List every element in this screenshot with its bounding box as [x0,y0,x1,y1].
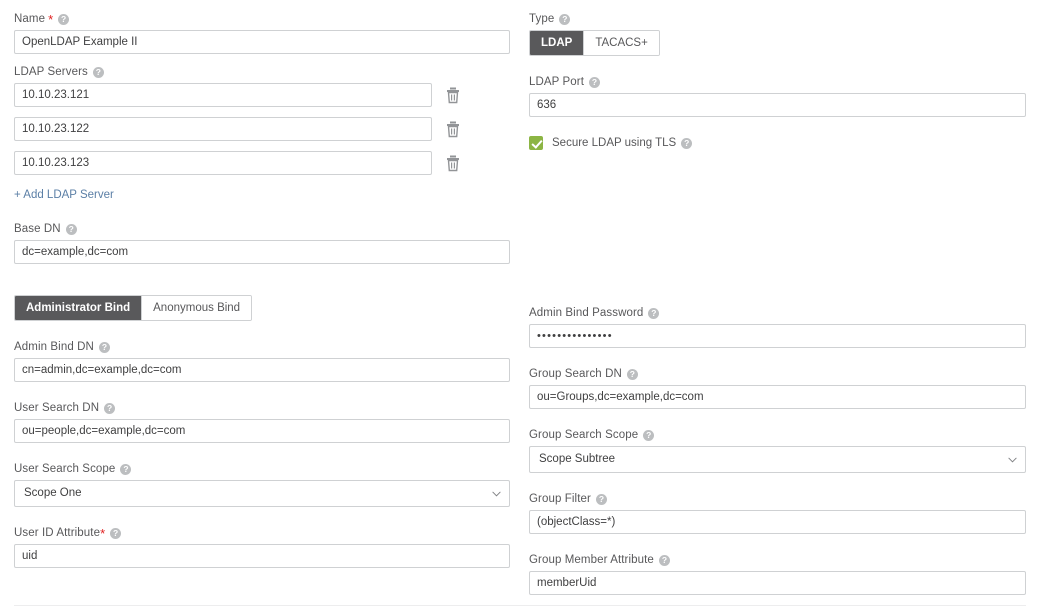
help-icon-admin-bind-dn[interactable]: ? [98,341,110,353]
ldap-server-row [14,151,510,175]
label-user-search-dn: User Search DN ? [14,401,510,415]
field-user-search-dn: User Search DN ? [14,401,510,443]
field-type: Type ? LDAP TACACS+ [529,12,1026,56]
label-admin-bind-dn: Admin Bind DN ? [14,340,510,354]
field-name: Name * ? [14,12,510,54]
secure-tls-checkbox[interactable] [529,136,543,150]
type-toggle-group: LDAP TACACS+ [529,30,660,56]
name-input[interactable] [14,30,510,54]
help-icon-secure-tls[interactable]: ? [681,137,693,149]
label-base-dn: Base DN ? [14,222,510,236]
required-asterisk: * [100,526,106,541]
label-user-search-scope: User Search Scope ? [14,462,510,476]
admin-bind-dn-input[interactable] [14,358,510,382]
label-ldap-servers-text: LDAP Servers [14,66,88,78]
group-filter-input[interactable] [529,510,1026,534]
label-secure-tls[interactable]: Secure LDAP using TLS ? [552,137,693,149]
label-user-id-attribute-text: User ID Attribute [14,527,101,539]
help-icon-base-dn[interactable]: ? [65,223,77,235]
label-ldap-servers: LDAP Servers ? [14,65,510,79]
label-secure-tls-text: Secure LDAP using TLS [552,137,677,149]
label-admin-bind-dn-text: Admin Bind DN [14,341,94,353]
label-user-search-scope-text: User Search Scope [14,463,116,475]
label-name: Name * ? [14,12,510,26]
group-search-dn-input[interactable] [529,385,1026,409]
label-group-member-attribute: Group Member Attribute ? [529,553,1026,567]
field-group-search-dn: Group Search DN ? [529,367,1026,409]
field-user-search-scope: User Search Scope ? Scope One [14,462,510,507]
field-user-id-attribute: User ID Attribute * ? [14,526,510,568]
label-admin-bind-password: Admin Bind Password ? [529,306,1026,320]
label-group-search-dn-text: Group Search DN [529,368,622,380]
type-option-ldap[interactable]: LDAP [530,31,584,55]
bind-tab-group: Administrator Bind Anonymous Bind [14,295,253,321]
help-icon-group-search-scope[interactable]: ? [643,429,655,441]
field-group-search-scope: Group Search Scope ? Scope Subtree [529,428,1026,473]
label-group-member-attribute-text: Group Member Attribute [529,554,654,566]
trash-icon[interactable] [443,153,463,173]
tab-administrator-bind[interactable]: Administrator Bind [15,296,142,320]
label-type: Type ? [529,12,1026,26]
help-icon-user-id-attribute[interactable]: ? [110,527,122,539]
tab-anonymous-bind[interactable]: Anonymous Bind [141,296,252,320]
help-icon-ldap-port[interactable]: ? [589,76,601,88]
help-icon-ldap-servers[interactable]: ? [92,66,104,78]
label-type-text: Type [529,13,555,25]
field-ldap-servers: LDAP Servers ? 10.10.23.121 10.10.23.122… [14,65,510,203]
help-icon-group-member-attribute[interactable]: ? [658,554,670,566]
label-ldap-port: LDAP Port ? [529,75,1026,89]
help-icon-group-search-dn[interactable]: ? [626,368,638,380]
user-search-scope-select[interactable]: Scope One [14,480,510,507]
label-group-search-scope-text: Group Search Scope [529,429,639,441]
admin-bind-password-input[interactable]: ••••••••••••••• [529,324,1026,348]
bottom-divider [14,605,1026,606]
help-icon-user-search-scope[interactable]: ? [120,463,132,475]
type-option-tacacs[interactable]: TACACS+ [583,31,659,55]
field-group-member-attribute: Group Member Attribute ? [529,553,1026,595]
field-admin-bind-dn: Admin Bind DN ? [14,340,510,382]
field-secure-tls: Secure LDAP using TLS ? [529,136,1026,150]
left-column: Name * ? LDAP Servers ? [14,12,510,579]
group-search-scope-select[interactable]: Scope Subtree [529,446,1026,473]
help-icon-type[interactable]: ? [559,13,571,25]
field-admin-bind-password: Admin Bind Password ? ••••••••••••••• [529,306,1026,348]
trash-icon[interactable] [443,119,463,139]
user-search-dn-input[interactable] [14,419,510,443]
ldap-server-row [14,83,510,107]
ldap-server-input-3[interactable] [14,151,432,175]
ldap-port-input[interactable] [529,93,1026,117]
right-column: Type ? LDAP TACACS+ LDAP Port ? Secure L… [529,12,1026,609]
label-group-filter-text: Group Filter [529,493,591,505]
label-admin-bind-password-text: Admin Bind Password [529,307,644,319]
field-group-filter: Group Filter ? [529,492,1026,534]
user-id-attribute-input[interactable] [14,544,510,568]
ldap-configuration-form: Name * ? LDAP Servers ? [0,0,1040,609]
required-asterisk: * [48,12,54,27]
help-icon-user-search-dn[interactable]: ? [104,402,116,414]
field-ldap-port: LDAP Port ? [529,75,1026,117]
base-dn-input[interactable] [14,240,510,264]
help-icon-admin-bind-password[interactable]: ? [648,307,660,319]
trash-icon[interactable] [443,85,463,105]
help-icon-group-filter[interactable]: ? [595,493,607,505]
label-group-search-dn: Group Search DN ? [529,367,1026,381]
label-user-id-attribute: User ID Attribute * ? [14,526,510,540]
label-ldap-port-text: LDAP Port [529,76,585,88]
field-base-dn: Base DN ? [14,222,510,264]
ldap-server-input-1[interactable] [14,83,432,107]
ldap-server-input-2[interactable] [14,117,432,141]
label-name-text: Name [14,13,46,25]
label-group-filter: Group Filter ? [529,492,1026,506]
label-user-search-dn-text: User Search DN [14,402,100,414]
label-group-search-scope: Group Search Scope ? [529,428,1026,442]
bind-type-tabs: Administrator Bind Anonymous Bind [14,295,510,321]
ldap-server-row [14,117,510,141]
help-icon-name[interactable]: ? [58,13,70,25]
group-member-attribute-input[interactable] [529,571,1026,595]
label-base-dn-text: Base DN [14,223,61,235]
add-ldap-server-link[interactable]: + Add LDAP Server [14,189,114,201]
